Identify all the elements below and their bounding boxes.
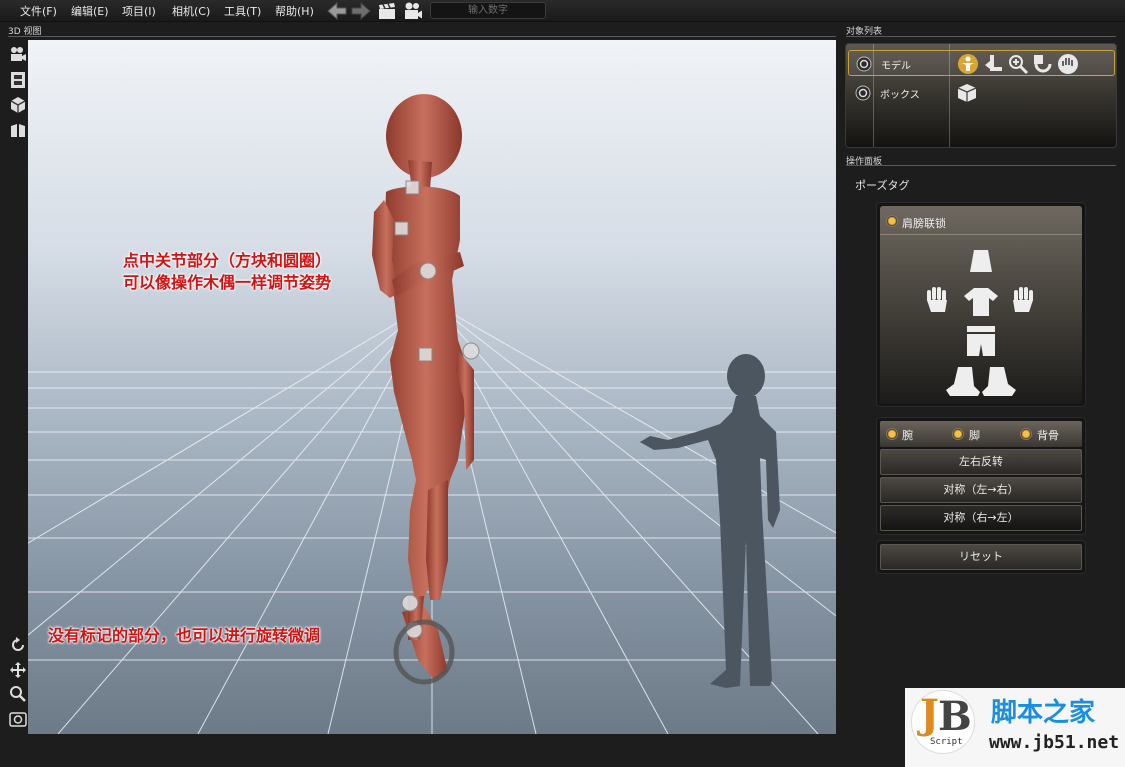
torso-part-icon[interactable] <box>962 286 1000 318</box>
symmetry-box: 腕 脚 背骨 左右反转 对称（左→右） 对称（右→左） <box>876 417 1086 535</box>
object-row-box[interactable]: ボックス <box>848 80 1115 106</box>
object-name-box: ボックス <box>880 90 920 101</box>
shadow-figure <box>640 354 780 688</box>
arm-option-radio[interactable] <box>886 428 898 440</box>
pelvis-part-icon[interactable] <box>964 324 998 358</box>
menu-project[interactable]: 项目(I) <box>122 3 156 19</box>
head-part-icon[interactable] <box>966 246 996 276</box>
clapper-icon[interactable] <box>376 1 398 21</box>
object-name-model: モデル <box>881 61 911 72</box>
cube-icon[interactable] <box>9 96 27 114</box>
joint-hip-square <box>418 347 433 362</box>
rotate-view-icon[interactable] <box>1032 53 1054 75</box>
zoom-icon[interactable] <box>9 685 27 703</box>
watermark-logo: J B Script <box>911 690 975 754</box>
menu-edit[interactable]: 编辑(E) <box>71 3 109 19</box>
watermark-site-name: 脚本之家 <box>991 698 1096 728</box>
menu-camera[interactable]: 相机(C) <box>172 3 210 19</box>
watermark-url: www.jb51.net <box>989 732 1120 753</box>
pose-tag-box: 肩膀联锁 <box>876 202 1086 407</box>
watermark-logo-j: J <box>920 691 939 738</box>
annotation-joint-top: 点中关节部分（方块和圆圈） <box>123 251 332 270</box>
viewport-divider <box>8 36 836 37</box>
reset-button[interactable]: リセット <box>880 544 1082 570</box>
joint-shoulder-square <box>394 221 409 236</box>
spine-option-label: 背骨 <box>1037 429 1059 442</box>
leg-option-radio[interactable] <box>952 428 964 440</box>
forward-arrow-icon[interactable] <box>350 1 372 21</box>
back-arrow-icon[interactable] <box>326 1 348 21</box>
layout-icon[interactable] <box>9 121 27 139</box>
film-strip-icon[interactable] <box>9 71 27 89</box>
right-hand-part-icon[interactable] <box>924 286 952 316</box>
annotation-fine-rotate: 没有标记的部分，也可以进行旋转微调 <box>48 626 321 645</box>
screenshot-icon[interactable] <box>9 710 27 728</box>
camera-icon[interactable] <box>401 1 423 21</box>
arm-option-label: 腕 <box>902 429 913 442</box>
menu-tools[interactable]: 工具(T) <box>224 3 261 19</box>
object-list-divider <box>846 36 1116 37</box>
joint-neck-square <box>405 180 420 195</box>
visibility-eye-icon[interactable] <box>855 85 871 101</box>
movie-camera-icon[interactable] <box>9 46 27 64</box>
object-list-panel: モデル ボックス <box>845 43 1117 148</box>
pose-tag-title: ポーズタグ <box>855 179 910 192</box>
pose-tag-divider <box>880 234 1082 235</box>
pose-model-icon[interactable] <box>957 53 979 75</box>
annotation-joint-bottom: 可以像操作木偶一样调节姿势 <box>123 273 332 292</box>
watermark-logo-b: B <box>938 693 972 740</box>
menu-help[interactable]: 帮助(H) <box>275 3 314 19</box>
shoulder-lock-radio[interactable] <box>886 215 898 227</box>
symmetry-left-to-right-button[interactable]: 对称（左→右） <box>880 477 1082 503</box>
symmetry-options-row: 腕 脚 背骨 <box>880 421 1082 447</box>
feet-part-icon[interactable] <box>944 364 1018 398</box>
3d-viewport[interactable]: 点中关节部分（方块和圆圈） 可以像操作木偶一样调节姿势 没有标记的部分，也可以进… <box>28 40 836 734</box>
number-input[interactable] <box>430 2 546 19</box>
box-cube-icon[interactable] <box>956 82 978 104</box>
menu-bar: 文件(F) 编辑(E) 项目(I) 相机(C) 工具(T) 帮助(H) <box>0 0 1125 22</box>
joint-hip-circle <box>462 342 480 360</box>
watermark: J B Script 脚本之家 www.jb51.net <box>905 688 1125 767</box>
joint-elbow-circle <box>419 262 437 280</box>
symmetry-right-to-left-button[interactable]: 对称（右→左） <box>880 505 1082 531</box>
move-icon[interactable] <box>9 661 27 679</box>
reset-box: リセット <box>876 540 1086 574</box>
joint-knee-circle <box>401 594 419 612</box>
zoom-plus-icon[interactable] <box>1007 53 1029 75</box>
hand-grab-icon[interactable] <box>1057 53 1079 75</box>
spine-option-radio[interactable] <box>1020 428 1032 440</box>
left-hand-part-icon[interactable] <box>1008 286 1036 316</box>
shoulder-lock-label: 肩膀联锁 <box>902 217 946 230</box>
leg-option-label: 脚 <box>969 429 980 442</box>
rotate-icon[interactable] <box>9 636 27 654</box>
operation-panel-divider <box>846 165 1116 166</box>
pose-tag-inner: 肩膀联锁 <box>880 206 1082 404</box>
mirror-button[interactable]: 左右反转 <box>880 449 1082 475</box>
menu-file[interactable]: 文件(F) <box>20 3 57 19</box>
watermark-logo-text: Script <box>930 737 963 747</box>
anchor-icon[interactable] <box>982 53 1004 75</box>
object-row-model[interactable]: モデル <box>848 50 1115 76</box>
visibility-eye-icon[interactable] <box>856 56 872 72</box>
